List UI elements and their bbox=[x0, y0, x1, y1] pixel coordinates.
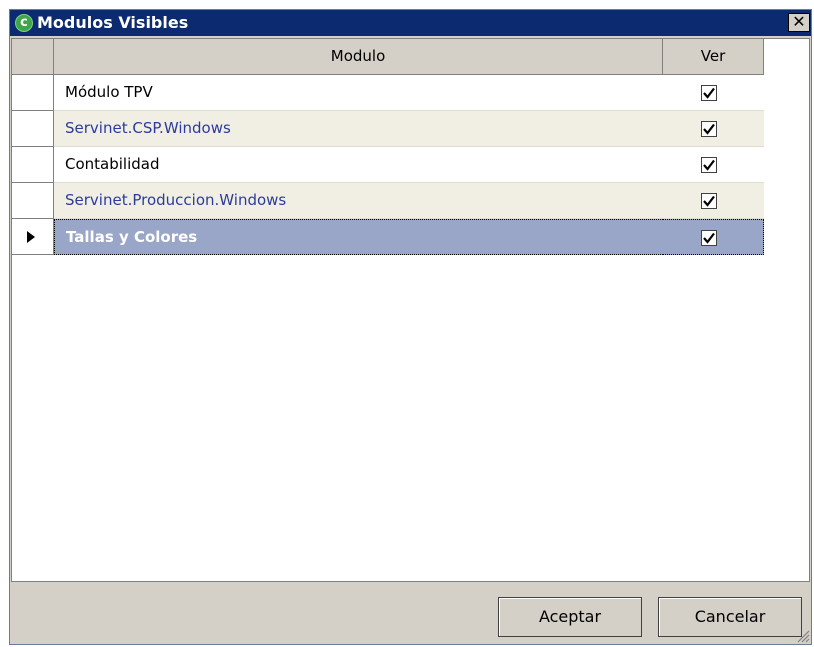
column-header-modulo[interactable]: Modulo bbox=[54, 39, 663, 75]
modulo-cell[interactable]: Servinet.Produccion.Windows bbox=[54, 183, 663, 219]
current-row-arrow-icon bbox=[27, 231, 35, 243]
column-header-ver[interactable]: Ver bbox=[663, 39, 764, 75]
ver-cell bbox=[663, 75, 764, 111]
modulo-cell[interactable]: Contabilidad bbox=[54, 147, 663, 183]
row-selector[interactable] bbox=[12, 183, 54, 219]
ver-checkbox[interactable] bbox=[701, 157, 717, 173]
app-icon: c bbox=[15, 14, 33, 32]
grid-header: Modulo Ver bbox=[12, 39, 764, 75]
modulos-visibles-dialog: c Modulos Visibles ✕ Modulo Ver Módulo T… bbox=[9, 9, 812, 645]
row-selector[interactable] bbox=[12, 219, 54, 255]
window-title: Modulos Visibles bbox=[37, 13, 189, 32]
title-bar[interactable]: c Modulos Visibles ✕ bbox=[10, 10, 811, 36]
checkmark-icon bbox=[703, 87, 715, 99]
ver-checkbox[interactable] bbox=[701, 85, 717, 101]
checkmark-icon bbox=[703, 195, 715, 207]
checkmark-icon bbox=[703, 123, 715, 135]
table-row[interactable]: Servinet.CSP.Windows bbox=[12, 111, 764, 147]
row-selector[interactable] bbox=[12, 75, 54, 111]
modulo-cell[interactable]: Tallas y Colores bbox=[54, 219, 663, 255]
ver-checkbox[interactable] bbox=[701, 121, 717, 137]
checkmark-icon bbox=[703, 159, 715, 171]
resize-grip-icon[interactable] bbox=[794, 627, 810, 643]
ver-checkbox[interactable] bbox=[701, 230, 717, 246]
row-selector[interactable] bbox=[12, 147, 54, 183]
modulo-cell[interactable]: Servinet.CSP.Windows bbox=[54, 111, 663, 147]
table-row[interactable]: Módulo TPV bbox=[12, 75, 764, 111]
ver-cell bbox=[663, 183, 764, 219]
modules-grid: Modulo Ver Módulo TPV Servinet.CSP.Windo… bbox=[11, 38, 810, 582]
ver-cell bbox=[663, 219, 764, 255]
row-selector-header[interactable] bbox=[12, 39, 54, 75]
table-row[interactable]: Contabilidad bbox=[12, 147, 764, 183]
modulo-cell[interactable]: Módulo TPV bbox=[54, 75, 663, 111]
cancelar-button[interactable]: Cancelar bbox=[658, 597, 802, 637]
ver-cell bbox=[663, 147, 764, 183]
ver-checkbox[interactable] bbox=[701, 193, 717, 209]
table-row-selected[interactable]: Tallas y Colores bbox=[12, 219, 764, 255]
row-selector[interactable] bbox=[12, 111, 54, 147]
ver-cell bbox=[663, 111, 764, 147]
checkmark-icon bbox=[703, 232, 715, 244]
aceptar-button[interactable]: Aceptar bbox=[498, 597, 642, 637]
table-row[interactable]: Servinet.Produccion.Windows bbox=[12, 183, 764, 219]
close-icon[interactable]: ✕ bbox=[788, 13, 810, 32]
